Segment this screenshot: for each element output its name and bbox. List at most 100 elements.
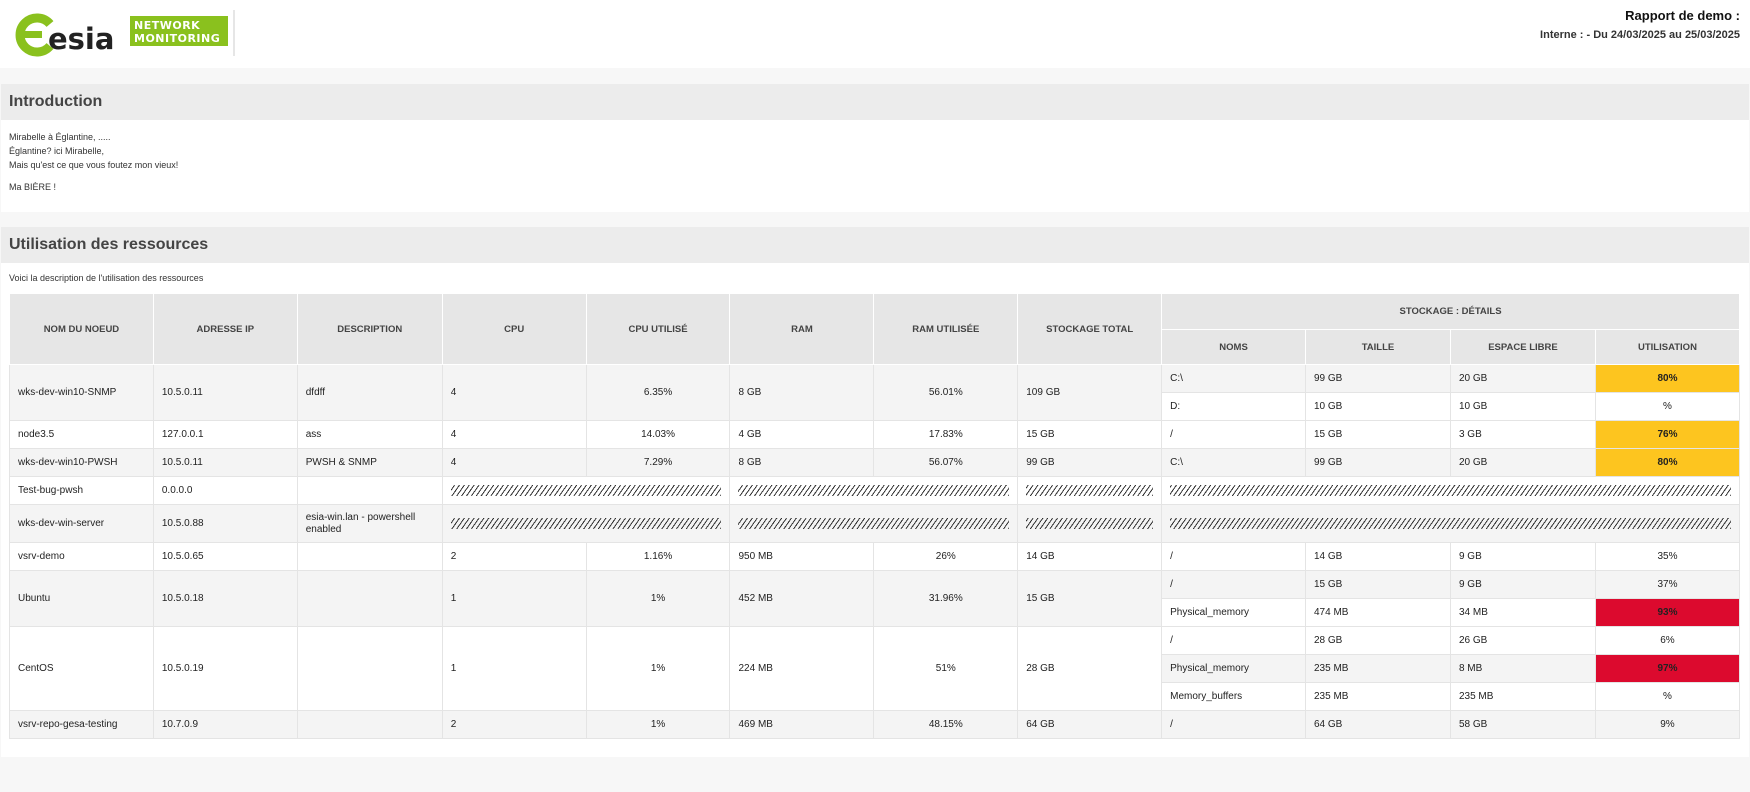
storage-name-cell: Memory_buffers [1161,682,1306,711]
description-cell: dfdff [296,364,443,421]
cpu-used-cell: 6.35% [585,364,731,421]
no-data-storage-hatch [1017,504,1163,543]
storage-name-cell: C:\ [1161,448,1306,477]
ram-cell: 469 MB [729,710,875,739]
introduction-body: Mirabelle à Églantine, ..... Églantine? … [1,120,1749,212]
storage-usage-cell: 93% [1594,598,1741,627]
report-header: esia NETWORK MONITORING Rapport de demo … [0,0,1750,68]
description-cell [296,570,443,627]
report-info: Rapport de demo : Interne : - Du 24/03/2… [1540,8,1740,41]
cpu-used-cell: 1.16% [585,542,731,571]
no-data-storage-hatch [1017,476,1163,505]
node-name-cell: Test-bug-pwsh [9,476,154,505]
cpu-cell: 2 [441,710,587,739]
ip-address-cell: 10.5.0.88 [152,504,298,543]
resources-table: NOM DU NOEUD ADRESSE IP DESCRIPTION CPU … [9,293,1741,739]
ram-cell: 950 MB [729,542,875,571]
description-cell: esia-win.lan - powershell enabled [296,504,443,543]
storage-total-cell: 28 GB [1017,626,1163,711]
no-data-details-hatch [1161,504,1740,543]
description-cell: PWSH & SNMP [296,448,443,477]
introduction-section: Introduction Mirabelle à Églantine, ....… [1,84,1749,212]
no-data-cpu-hatch [441,476,731,505]
storage-free-cell: 8 MB [1449,654,1596,683]
ip-address-cell: 10.5.0.65 [152,542,298,571]
ip-address-cell: 127.0.0.1 [152,420,298,449]
table-row: node3.5 127.0.0.1 ass 4 14.03% 4 GB 17.83% 15 G… [9,420,1741,449]
ram-used-cell: 31.96% [873,570,1019,627]
description-cell [296,710,443,739]
cpu-used-cell: 1% [585,570,731,627]
table-row: Test-bug-pwsh 0.0.0.0 [9,476,1740,505]
storage-usage-cell: 80% [1594,448,1741,477]
header-size: TAILLE [1304,329,1451,365]
node-name-cell: wks-dev-win10-SNMP [9,364,154,421]
ram-cell: 452 MB [729,570,875,627]
storage-usage-cell: 37% [1594,570,1741,599]
storage-total-cell: 15 GB [1017,420,1163,449]
storage-name-cell: / [1161,570,1306,599]
description-cell [296,542,443,571]
storage-name-cell: Physical_memory [1161,654,1306,683]
storage-name-cell: / [1161,710,1306,739]
no-data-cpu-hatch [441,504,731,543]
logo-badge-line2: MONITORING [134,32,220,45]
header-ram-used: RAM UTILISÉE [873,293,1019,365]
storage-usage-cell: 6% [1594,626,1741,655]
cpu-used-cell: 1% [585,626,731,711]
header-cpu: CPU [441,293,587,365]
storage-name-cell: / [1161,542,1306,571]
intro-line: Ma BIÈRE ! [9,182,57,192]
storage-free-cell: 235 MB [1449,682,1596,711]
cpu-cell: 1 [441,570,587,627]
storage-usage-cell: 76% [1594,420,1741,449]
storage-free-cell: 20 GB [1449,364,1596,393]
cpu-cell: 4 [441,364,587,421]
storage-size-cell: 99 GB [1304,364,1451,393]
resources-title: Utilisation des ressources [1,227,1749,263]
table-row: CentOS 10.5.0.19 1 1% 224 MB 51% 28 GB/28 GB 26… [9,626,1741,711]
header-node: NOM DU NOEUD [9,293,154,365]
intro-line: Mais qu'est ce que vous foutez mon vieux… [9,160,179,170]
storage-size-cell: 235 MB [1304,682,1451,711]
storage-size-cell: 474 MB [1304,598,1451,627]
storage-total-cell: 109 GB [1017,364,1163,421]
storage-usage-cell: % [1594,682,1741,711]
node-name-cell: Ubuntu [9,570,154,627]
node-name-cell: vsrv-demo [9,542,154,571]
table-row: vsrv-demo 10.5.0.65 2 1.16% 950 MB 26% 14 GB/1… [9,542,1741,571]
storage-size-cell: 14 GB [1304,542,1451,571]
ip-address-cell: 10.5.0.19 [152,626,298,711]
cpu-cell: 4 [441,448,587,477]
storage-free-cell: 9 GB [1449,542,1596,571]
header-free: ESPACE LIBRE [1449,329,1596,365]
ram-cell: 8 GB [729,364,875,421]
ip-address-cell: 10.7.0.9 [152,710,298,739]
storage-free-cell: 26 GB [1449,626,1596,655]
ip-address-cell: 10.5.0.11 [152,448,298,477]
description-cell: ass [296,420,443,449]
report-period: Interne : - Du 24/03/2025 au 25/03/2025 [1540,29,1740,41]
cpu-used-cell: 1% [585,710,731,739]
storage-usage-cell: 9% [1594,710,1741,739]
ram-cell: 224 MB [729,626,875,711]
header-usage: UTILISATION [1594,329,1741,365]
header-storage-details: STOCKAGE : DÉTAILS [1161,293,1740,330]
header-ip: ADRESSE IP [152,293,298,365]
intro-line: Mirabelle à Églantine, ..... [9,132,111,142]
ram-used-cell: 56.01% [873,364,1019,421]
description-cell [296,476,443,505]
storage-name-cell: / [1161,420,1306,449]
intro-line: Églantine? ici Mirabelle, [9,146,105,156]
ram-used-cell: 56.07% [873,448,1019,477]
report-title: Rapport de demo : [1625,8,1740,23]
storage-total-cell: 99 GB [1017,448,1163,477]
no-data-ram-hatch [729,504,1019,543]
storage-name-cell: Physical_memory [1161,598,1306,627]
storage-free-cell: 20 GB [1449,448,1596,477]
storage-usage-cell: 97% [1594,654,1741,683]
ram-used-cell: 17.83% [873,420,1019,449]
ip-address-cell: 0.0.0.0 [152,476,298,505]
header-description: DESCRIPTION [296,293,443,365]
storage-size-cell: 99 GB [1304,448,1451,477]
